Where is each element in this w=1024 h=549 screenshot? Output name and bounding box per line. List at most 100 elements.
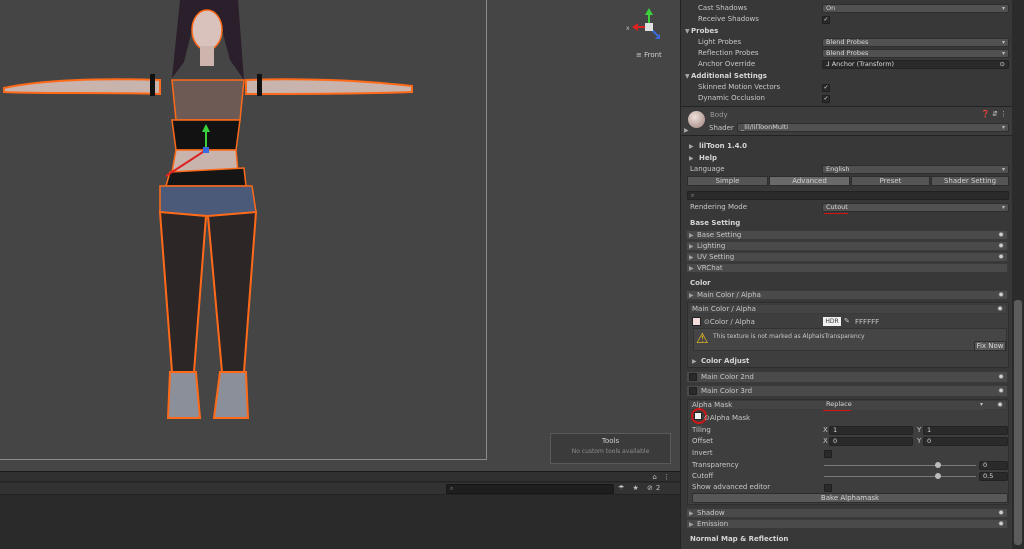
liltoon-version-row[interactable]: ▶ lilToon 1.4.0 bbox=[681, 141, 1012, 152]
tiling-x-label: X bbox=[823, 426, 828, 434]
transparency-slider-track[interactable] bbox=[824, 465, 976, 466]
object-picker-icon[interactable]: ⊙ bbox=[1000, 61, 1005, 68]
alpha-mask-texture-thumbnail[interactable] bbox=[694, 412, 702, 420]
color-alpha-text: Color / Alpha bbox=[709, 318, 755, 326]
material-header: Body Shader _lil/lilToonMulti ❓⇵⋮ ▶ bbox=[681, 106, 1012, 136]
language-label: Language bbox=[690, 165, 725, 173]
cast-shadows-dropdown[interactable]: On bbox=[822, 4, 1009, 13]
group-main-color-alpha[interactable]: ▶ Main Color / Alpha ✹ bbox=[686, 290, 1008, 300]
inspector-scrollbar[interactable] bbox=[1012, 0, 1024, 549]
color-adjust-row[interactable]: ▶ Color Adjust bbox=[681, 356, 1012, 367]
light-probes-row: Light Probes Blend Probes bbox=[681, 37, 1012, 48]
tiling-y-field[interactable]: 1 bbox=[923, 426, 1008, 435]
group-label: Main Color 2nd bbox=[701, 373, 754, 381]
view-label[interactable]: ≡ Front bbox=[636, 51, 662, 59]
warning-icon: ⚠ bbox=[696, 331, 709, 347]
color-adjust-expand-icon[interactable]: ▶ bbox=[692, 356, 697, 367]
offset-x-field[interactable]: 0 bbox=[829, 437, 913, 446]
gear-icon[interactable]: ✹ bbox=[998, 253, 1004, 262]
show-advanced-checkbox[interactable] bbox=[824, 484, 832, 492]
tab-shader-setting[interactable]: Shader Setting bbox=[931, 176, 1009, 186]
inspector-panel: Cast Shadows On Receive Shadows ✓ ▼ Prob… bbox=[680, 0, 1012, 549]
gear-icon[interactable]: ✹ bbox=[997, 305, 1003, 314]
invert-checkbox[interactable] bbox=[824, 450, 832, 458]
group-emission[interactable]: ▶ Emission ✹ bbox=[686, 519, 1008, 529]
gear-icon[interactable]: ✹ bbox=[998, 372, 1004, 383]
tab-simple[interactable]: Simple bbox=[687, 176, 768, 186]
liltoon-expand-icon[interactable]: ▶ bbox=[689, 141, 694, 152]
tiling-y-label: Y bbox=[917, 426, 922, 434]
tiling-label: Tiling bbox=[692, 426, 711, 434]
scene-view[interactable]: x ≡ Front Tools No custom tools availabl… bbox=[0, 0, 680, 549]
material-preview-icon bbox=[688, 111, 705, 128]
offset-x-label: X bbox=[823, 437, 828, 445]
property-search-input[interactable]: ⌕ bbox=[687, 191, 1009, 200]
help-row[interactable]: ▶ Help bbox=[681, 153, 1012, 164]
inspector-scrollbar-thumb[interactable] bbox=[1014, 300, 1022, 545]
tab-preset[interactable]: Preset bbox=[851, 176, 930, 186]
help-expand-icon[interactable]: ▶ bbox=[689, 153, 694, 164]
gear-icon[interactable]: ✹ bbox=[997, 401, 1003, 410]
anchor-override-value: ⅃ Anchor (Transform) bbox=[826, 60, 895, 68]
additional-settings-header: Additional Settings bbox=[691, 72, 767, 80]
group-base-setting[interactable]: ▶ Base Setting ✹ bbox=[686, 230, 1008, 240]
reflection-probes-dropdown[interactable]: Blend Probes bbox=[822, 49, 1009, 58]
group-main-color-3rd[interactable]: Main Color 3rd ✹ bbox=[686, 385, 1008, 397]
gear-icon[interactable]: ✹ bbox=[998, 509, 1004, 518]
toolbar-filter-icons[interactable]: ☂ ★ ⊘2 bbox=[618, 484, 663, 492]
shader-dropdown[interactable]: _lil/lilToonMulti bbox=[737, 123, 1009, 132]
gear-icon[interactable]: ✹ bbox=[998, 291, 1004, 300]
bake-alphamask-button[interactable]: Bake Alphamask bbox=[692, 493, 1008, 503]
alpha-mask-mode-dropdown[interactable]: Replace bbox=[823, 401, 986, 410]
gear-icon[interactable]: ✹ bbox=[998, 520, 1004, 529]
material-context-icons[interactable]: ❓⇵⋮ bbox=[981, 110, 1009, 118]
main-color-2nd-toggle[interactable] bbox=[689, 373, 697, 381]
dynamic-occlusion-checkbox[interactable]: ✓ bbox=[822, 95, 830, 103]
transparency-row: Transparency 0 bbox=[681, 460, 1012, 471]
rendering-mode-dropdown[interactable]: Cutout bbox=[822, 203, 1009, 212]
hdr-color-swatch[interactable]: HDR bbox=[823, 317, 841, 326]
view-label-text: Front bbox=[644, 51, 662, 59]
group-uv-setting[interactable]: ▶ UV Setting ✹ bbox=[686, 252, 1008, 262]
cutoff-slider-knob[interactable] bbox=[935, 473, 941, 479]
material-fold-icon[interactable]: ▶ bbox=[684, 127, 689, 134]
gear-icon[interactable]: ✹ bbox=[998, 231, 1004, 240]
group-vrchat[interactable]: ▶ VRChat bbox=[686, 263, 1008, 273]
offset-y-field[interactable]: 0 bbox=[923, 437, 1008, 446]
anchor-override-field[interactable]: ⅃ Anchor (Transform) ⊙ bbox=[822, 60, 1009, 69]
skinned-motion-checkbox[interactable]: ✓ bbox=[822, 84, 830, 92]
main-color-subheader[interactable]: Main Color / Alpha ✹ bbox=[689, 304, 1007, 314]
group-lighting[interactable]: ▶ Lighting ✹ bbox=[686, 241, 1008, 251]
cutoff-field[interactable]: 0.5 bbox=[979, 472, 1008, 481]
normal-map-section: Normal Map & Reflection bbox=[681, 534, 1012, 545]
main-color-3rd-toggle[interactable] bbox=[689, 387, 697, 395]
hex-value[interactable]: FFFFFF bbox=[855, 318, 879, 326]
eyedropper-icon[interactable]: ✎ bbox=[844, 317, 850, 325]
group-shadow[interactable]: ▶ Shadow ✹ bbox=[686, 508, 1008, 518]
group-label: UV Setting bbox=[697, 253, 735, 261]
language-dropdown[interactable]: English bbox=[822, 165, 1009, 174]
probes-expand-icon[interactable]: ▼ bbox=[685, 26, 690, 37]
gear-icon[interactable]: ✹ bbox=[998, 242, 1004, 251]
avatar-model[interactable] bbox=[0, 0, 487, 460]
probes-header-row[interactable]: ▼ Probes bbox=[681, 26, 1012, 37]
gear-icon[interactable]: ✹ bbox=[998, 386, 1004, 397]
additional-expand-icon[interactable]: ▼ bbox=[685, 71, 690, 82]
light-probes-dropdown[interactable]: Blend Probes bbox=[822, 38, 1009, 47]
fix-now-button[interactable]: Fix Now bbox=[974, 341, 1006, 351]
additional-settings-row[interactable]: ▼ Additional Settings bbox=[681, 71, 1012, 82]
panel-menu-icons[interactable]: ⌂ ⋮ bbox=[652, 473, 672, 481]
project-search-input[interactable]: ⌕ bbox=[446, 484, 614, 494]
group-main-color-2nd[interactable]: Main Color 2nd ✹ bbox=[686, 371, 1008, 383]
cutoff-slider-track[interactable] bbox=[824, 476, 976, 477]
dynamic-occlusion-label: Dynamic Occlusion bbox=[698, 94, 765, 102]
tiling-x-field[interactable]: 1 bbox=[829, 426, 913, 435]
probes-header: Probes bbox=[691, 27, 719, 35]
receive-shadows-checkbox[interactable]: ✓ bbox=[822, 16, 830, 24]
transparency-field[interactable]: 0 bbox=[979, 461, 1008, 470]
transparency-slider-knob[interactable] bbox=[935, 462, 941, 468]
color-texture-thumbnail[interactable] bbox=[692, 317, 701, 326]
annotation-underline bbox=[824, 213, 848, 214]
offset-row: Offset X 0 Y 0 bbox=[681, 436, 1012, 447]
tab-advanced[interactable]: Advanced bbox=[769, 176, 850, 186]
